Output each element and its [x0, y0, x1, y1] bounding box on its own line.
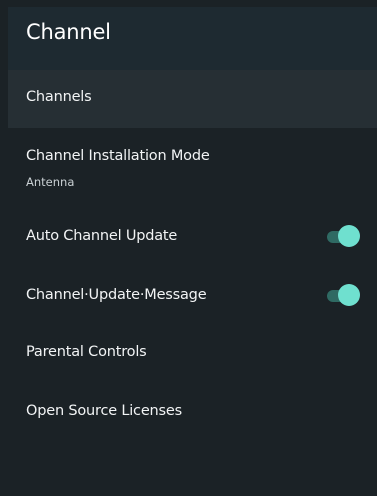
menu-item-label: Channel·Update·Message — [26, 287, 207, 303]
toggle-thumb — [338, 225, 360, 247]
menu-item-label: Channels — [26, 89, 92, 105]
menu-item-label: Open Source Licenses — [26, 403, 182, 419]
settings-panel: Channel Channels Channel Installation Mo… — [8, 7, 377, 496]
menu-item-label: Channel Installation Mode — [26, 148, 210, 164]
channel-update-message-toggle[interactable] — [327, 284, 360, 308]
menu-item-channel-installation-mode[interactable]: Channel Installation Mode Antenna — [8, 128, 377, 206]
auto-channel-update-toggle[interactable] — [327, 225, 360, 249]
panel-header: Channel — [8, 7, 377, 70]
page-title: Channel — [26, 20, 111, 44]
toggle-thumb — [338, 284, 360, 306]
menu-item-open-source-licenses[interactable]: Open Source Licenses — [8, 382, 377, 442]
menu-item-auto-channel-update[interactable]: Auto Channel Update — [8, 206, 377, 266]
menu-item-channels[interactable]: Channels — [8, 70, 377, 128]
menu-item-label: Parental Controls — [26, 344, 147, 360]
menu-item-channel-update-message[interactable]: Channel·Update·Message — [8, 266, 377, 324]
menu-item-label: Auto Channel Update — [26, 228, 178, 244]
menu-item-parental-controls[interactable]: Parental Controls — [8, 324, 377, 382]
menu-item-value: Antenna — [26, 175, 75, 189]
